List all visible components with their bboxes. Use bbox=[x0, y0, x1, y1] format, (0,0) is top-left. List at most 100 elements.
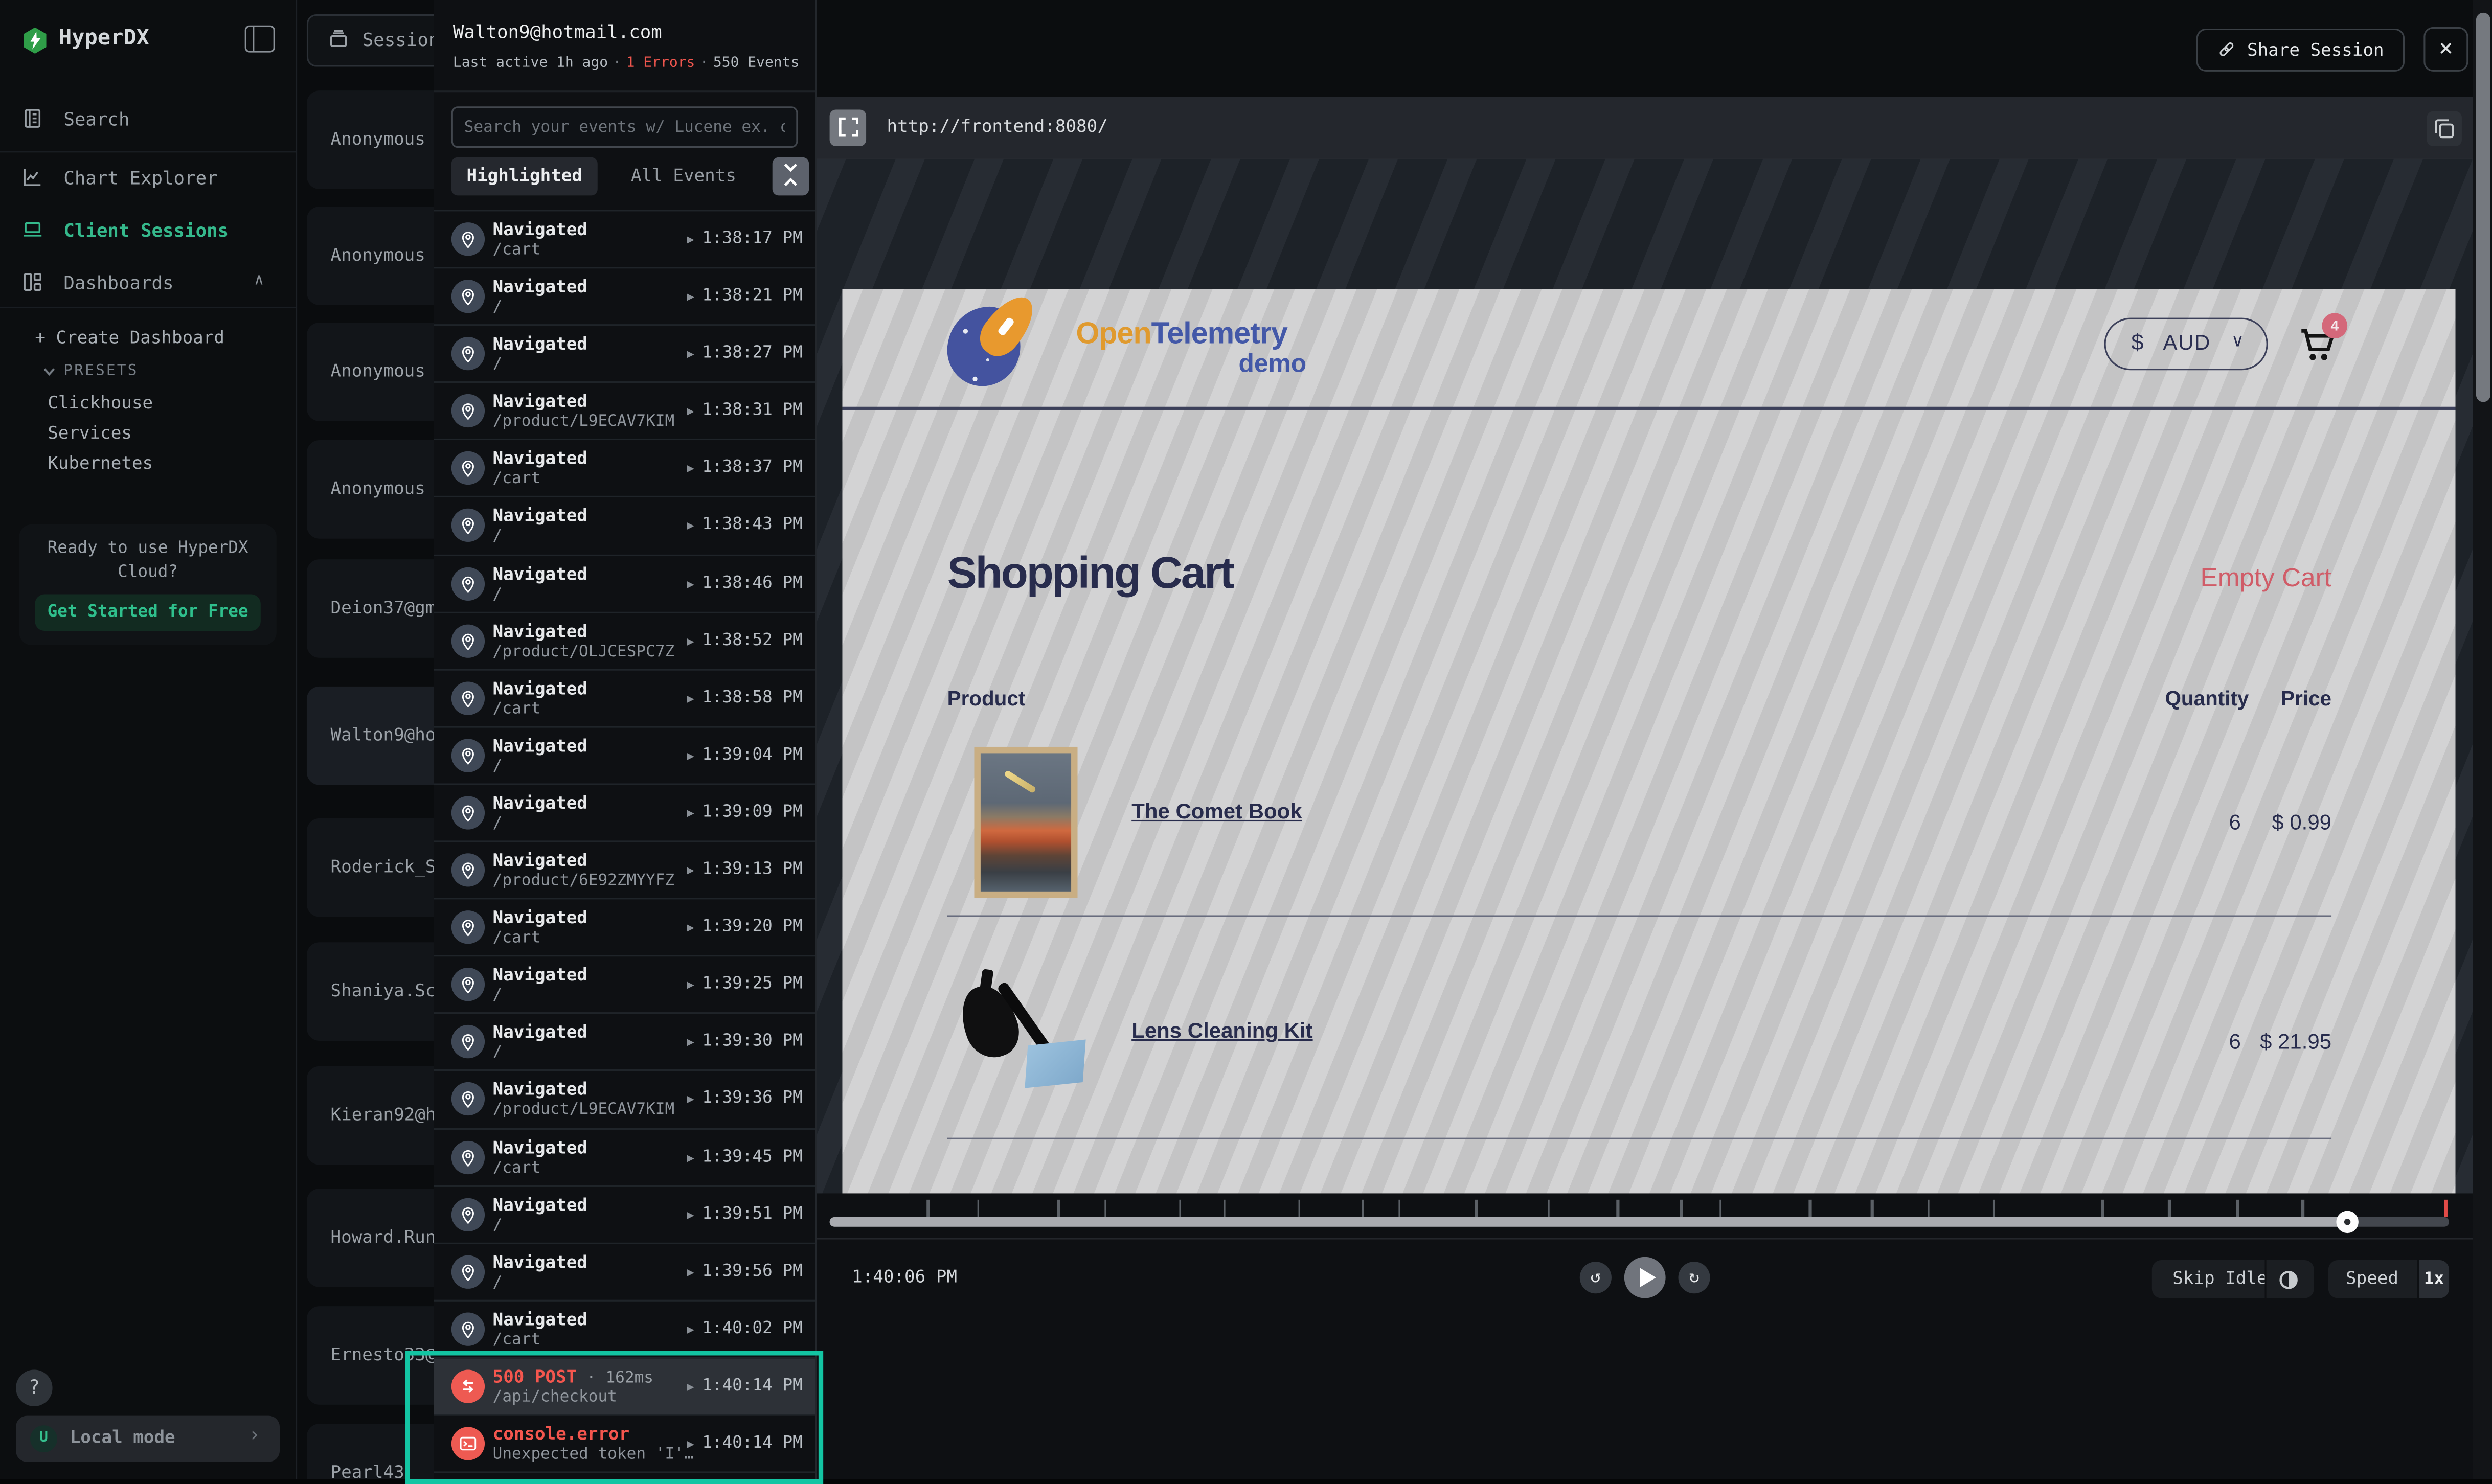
close-icon[interactable]: × bbox=[2423, 27, 2468, 72]
replay-viewport: OpenTelemetry demo $ AUD ∨ 4 Shopping Ca… bbox=[842, 289, 2455, 1214]
presets-group[interactable]: PRESETS bbox=[43, 362, 139, 380]
preset-kubernetes[interactable]: Kubernetes bbox=[48, 453, 153, 473]
event-subtitle: / bbox=[493, 586, 503, 603]
event-title: Navigated bbox=[493, 1022, 587, 1043]
help-button[interactable]: ? bbox=[16, 1369, 52, 1406]
empty-cart-link[interactable]: Empty Cart bbox=[2013, 564, 2331, 594]
collapse-panel-button[interactable] bbox=[773, 157, 809, 196]
event-row-console[interactable]: console.errorUnexpected token 'I'…▶1:40:… bbox=[434, 1416, 815, 1473]
site-logo-text: OpenTelemetry bbox=[1076, 318, 1287, 353]
event-row-navigation[interactable]: Navigated/▶1:38:27 PM bbox=[434, 326, 815, 383]
event-title: Navigated bbox=[493, 219, 587, 240]
event-row-navigation[interactable]: Navigated/▶1:39:04 PM bbox=[434, 727, 815, 785]
scrollbar-thumb[interactable] bbox=[2475, 13, 2489, 402]
sidebar-item-label: Client Sessions bbox=[63, 218, 229, 241]
event-row-navigation[interactable]: Navigated/product/L9ECAV7KIM▶1:38:31 PM bbox=[434, 383, 815, 441]
sidebar-item-chart-explorer[interactable]: Chart Explorer bbox=[0, 159, 296, 196]
laptop-icon bbox=[20, 217, 44, 241]
event-row-navigation[interactable]: Navigated/cart▶1:38:37 PM bbox=[434, 441, 815, 498]
session-list-item[interactable]: Roderick_S bbox=[307, 818, 434, 917]
session-user-name: Kieran92@h bbox=[331, 1104, 434, 1125]
event-row-request[interactable]: 500 POST · 162ms/api/checkout▶1:40:14 PM bbox=[434, 1358, 815, 1415]
event-row-navigation[interactable]: Navigated/cart▶1:38:17 PM bbox=[434, 211, 815, 268]
play-button[interactable] bbox=[1624, 1257, 1666, 1298]
session-events-panel: Walton9@hotmail.com Last active 1h ago·1… bbox=[434, 0, 817, 1478]
event-row-navigation[interactable]: Navigated/cart▶1:39:45 PM bbox=[434, 1129, 815, 1186]
product-image-lens-kit[interactable] bbox=[954, 969, 1100, 1097]
site-logo-demo: demo bbox=[1076, 351, 1306, 380]
session-list-item[interactable]: Anonymous bbox=[307, 440, 434, 539]
session-list-item[interactable]: Anonymous bbox=[307, 90, 434, 189]
event-row-navigation[interactable]: Navigated/product/6E92ZMYYFZ▶1:39:13 PM bbox=[434, 842, 815, 900]
session-list-item[interactable]: Deion37@gm bbox=[307, 559, 434, 658]
event-row-navigation[interactable]: Navigated/cart▶1:38:58 PM bbox=[434, 670, 815, 727]
speed-control[interactable]: Speed 1x bbox=[2328, 1260, 2449, 1298]
session-list-item[interactable]: Ernesto33@ bbox=[307, 1306, 434, 1405]
sidebar-item-search[interactable]: Search bbox=[0, 102, 296, 138]
tab-all-events[interactable]: All Events bbox=[631, 157, 736, 196]
session-list-item[interactable]: Howard.Run bbox=[307, 1189, 434, 1287]
session-user-name: Anonymous bbox=[331, 129, 425, 149]
timeline-event-tick bbox=[1104, 1200, 1106, 1217]
copy-icon[interactable] bbox=[2427, 110, 2462, 145]
event-row-navigation[interactable]: Navigated/product/L9ECAV7KIM▶1:39:36 PM bbox=[434, 1071, 815, 1129]
event-row-navigation[interactable]: Navigated/▶1:38:46 PM bbox=[434, 556, 815, 613]
half-circle-toggle-icon bbox=[2277, 1269, 2300, 1289]
event-row-navigation[interactable]: Navigated/cart▶1:39:20 PM bbox=[434, 900, 815, 957]
event-time: ▶1:38:52 PM bbox=[687, 630, 803, 649]
session-list-item[interactable]: Shaniya.Sc bbox=[307, 942, 434, 1041]
event-title: 500 POST · 162ms bbox=[493, 1366, 653, 1387]
chevron-up-icon[interactable]: ∧ bbox=[254, 271, 264, 288]
event-subtitle: /cart bbox=[493, 1159, 541, 1177]
event-subtitle: /cart bbox=[493, 700, 541, 718]
fullscreen-icon[interactable] bbox=[830, 109, 866, 145]
session-list-item[interactable]: Pearl43 bbox=[307, 1424, 434, 1478]
local-mode-menu[interactable]: U Local mode › bbox=[16, 1416, 280, 1462]
event-row-navigation[interactable]: Navigated/product/OLJCESPC7Z▶1:38:52 PM bbox=[434, 613, 815, 670]
event-row-navigation[interactable]: Navigated/▶1:39:56 PM bbox=[434, 1244, 815, 1301]
cart-button[interactable]: 4 bbox=[2295, 323, 2343, 370]
forward-button[interactable]: ↻ bbox=[1678, 1262, 1710, 1293]
product-link[interactable]: The Comet Book bbox=[1131, 800, 1302, 824]
event-row-navigation[interactable]: Navigated/▶1:39:09 PM bbox=[434, 785, 815, 842]
sidebar-collapse-icon[interactable] bbox=[245, 26, 275, 53]
product-image-comet-book[interactable] bbox=[974, 747, 1077, 898]
chart-icon bbox=[20, 165, 44, 189]
timeline-scrubber[interactable] bbox=[830, 1217, 2449, 1227]
event-row-navigation[interactable]: Navigated/cart▶1:40:02 PM bbox=[434, 1301, 815, 1358]
tab-highlighted[interactable]: Highlighted bbox=[451, 157, 598, 196]
event-row-navigation[interactable]: Navigated/▶1:39:51 PM bbox=[434, 1186, 815, 1244]
event-search-input[interactable] bbox=[451, 106, 798, 148]
product-link[interactable]: Lens Cleaning Kit bbox=[1131, 1018, 1312, 1042]
speed-label: Speed bbox=[2346, 1268, 2398, 1289]
skip-idle-toggle[interactable]: Skip Idle bbox=[2152, 1260, 2314, 1298]
timeline-event-tick bbox=[926, 1200, 929, 1217]
create-dashboard-button[interactable]: + Create Dashboard bbox=[35, 327, 224, 348]
scrollbar[interactable] bbox=[2473, 0, 2492, 1478]
session-list-item[interactable]: Anonymous bbox=[307, 207, 434, 305]
event-row-navigation[interactable]: Navigated/▶1:38:21 PM bbox=[434, 269, 815, 326]
event-title: Navigated bbox=[493, 563, 587, 584]
chevron-down-icon: ∨ bbox=[2231, 331, 2244, 351]
get-started-button[interactable]: Get Started for Free bbox=[35, 595, 260, 631]
tab-sessions[interactable]: Sessions bbox=[307, 14, 434, 67]
session-list-item[interactable]: Kieran92@h bbox=[307, 1066, 434, 1165]
session-list-item[interactable]: Anonymous bbox=[307, 323, 434, 421]
location-pin-icon bbox=[451, 1083, 485, 1116]
share-session-button[interactable]: Share Session bbox=[2196, 29, 2405, 72]
sidebar-item-dashboards[interactable]: Dashboards ∧ bbox=[0, 265, 296, 301]
rewind-button[interactable]: ↺ bbox=[1580, 1262, 1612, 1293]
skip-idle-label: Skip Idle bbox=[2172, 1268, 2267, 1289]
session-list-item[interactable]: Walton9@ho bbox=[307, 687, 434, 785]
preset-services[interactable]: Services bbox=[48, 423, 132, 443]
timeline-knob[interactable] bbox=[2336, 1211, 2359, 1234]
preset-clickhouse[interactable]: Clickhouse bbox=[48, 393, 153, 413]
sidebar-item-client-sessions[interactable]: Client Sessions bbox=[0, 212, 296, 248]
event-row-navigation[interactable]: Navigated/▶1:39:30 PM bbox=[434, 1014, 815, 1071]
speed-value: 1x bbox=[2419, 1260, 2449, 1298]
timeline-event-tick bbox=[1992, 1200, 1995, 1217]
event-row-navigation[interactable]: Navigated/▶1:38:43 PM bbox=[434, 498, 815, 555]
event-row-navigation[interactable]: Navigated/▶1:39:25 PM bbox=[434, 957, 815, 1014]
timeline-progress bbox=[830, 1217, 2347, 1227]
currency-select[interactable]: $ AUD ∨ bbox=[2104, 318, 2268, 371]
